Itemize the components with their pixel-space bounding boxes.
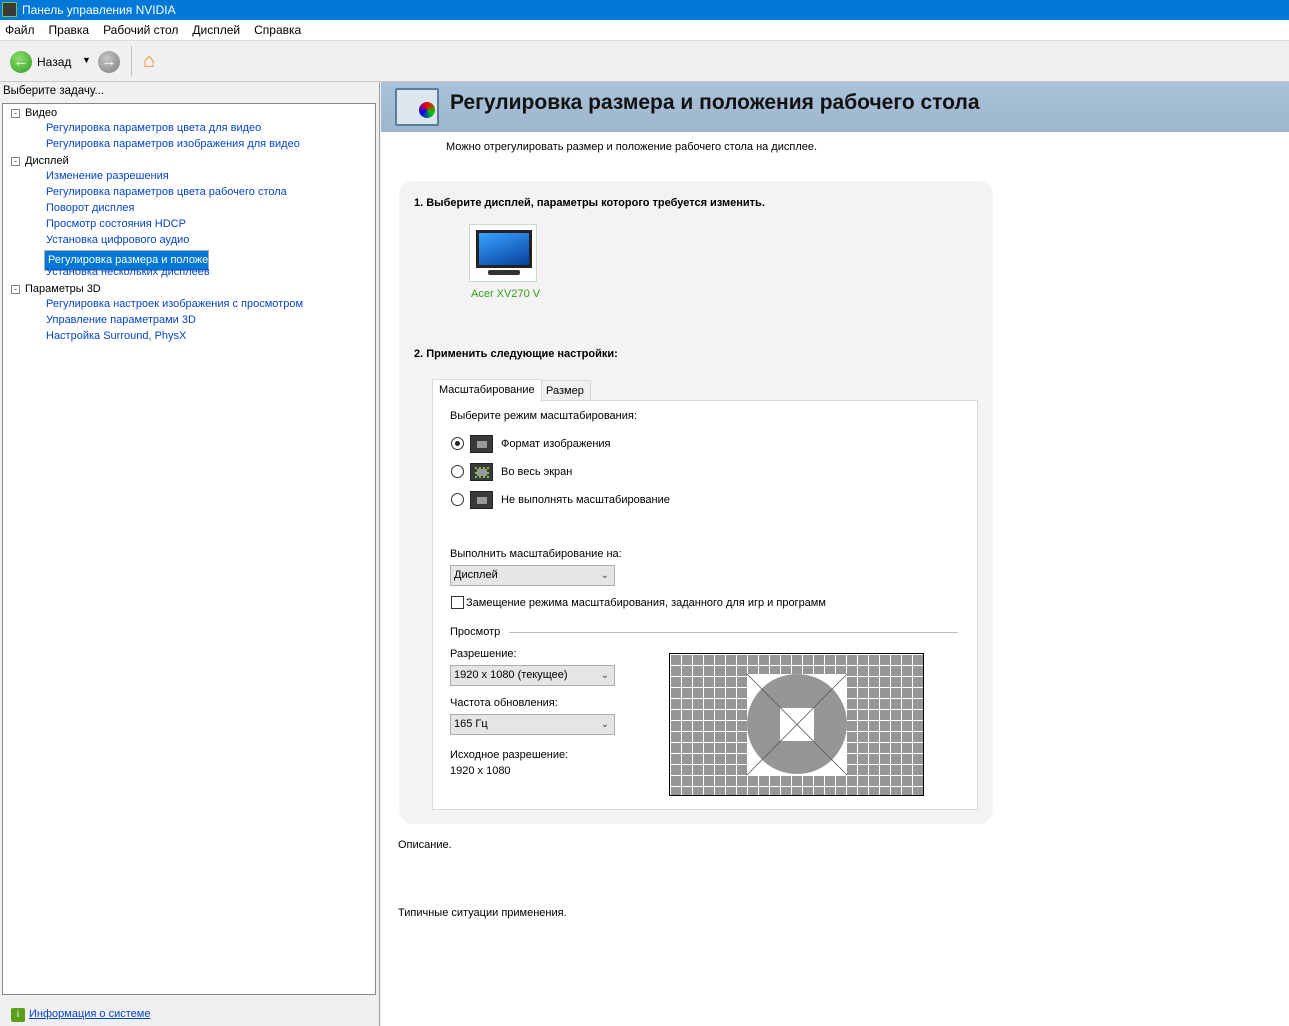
system-info-label[interactable]: Информация о системе xyxy=(29,1008,150,1020)
monitor-stand xyxy=(488,270,520,275)
system-info-link[interactable]: i Информация о системе xyxy=(11,1008,150,1022)
history-dropdown-icon[interactable]: ▼ xyxy=(82,55,91,65)
collapse-icon[interactable]: - xyxy=(11,284,20,294)
no-scaling-label[interactable]: Не выполнять масштабирование xyxy=(501,494,670,506)
tree-item[interactable]: Регулировка параметров изображения для в… xyxy=(44,138,302,150)
override-checkbox[interactable] xyxy=(451,596,464,609)
menu-file[interactable]: Файл xyxy=(5,20,35,40)
toolbar-divider xyxy=(131,46,132,76)
collapse-icon[interactable]: - xyxy=(11,156,20,166)
group-label: Параметры 3D xyxy=(25,283,101,295)
back-arrow-icon[interactable]: ← xyxy=(10,51,32,73)
info-icon: i xyxy=(11,1008,25,1022)
tab-scaling[interactable]: Масштабирование xyxy=(432,379,542,402)
preview-divider xyxy=(509,632,958,633)
settings-panel: 1. Выберите дисплей, параметры которого … xyxy=(399,181,993,824)
full-screen-icon xyxy=(470,463,493,481)
group-label: Дисплей xyxy=(25,155,69,167)
test-pattern-image xyxy=(670,654,923,795)
resolution-select[interactable]: 1920 x 1080 (текущее) ⌄ xyxy=(450,665,615,686)
tree-group-3d[interactable]: - Параметры 3D xyxy=(11,283,101,295)
override-label[interactable]: Замещение режима масштабирования, заданн… xyxy=(466,597,826,609)
chevron-down-icon: ⌄ xyxy=(600,570,609,581)
menu-help[interactable]: Справка xyxy=(254,20,301,40)
tree-group-display[interactable]: - Дисплей xyxy=(11,155,69,167)
full-screen-label[interactable]: Во весь экран xyxy=(501,466,572,478)
nvidia-app-icon xyxy=(2,2,17,17)
scaling-preview xyxy=(669,653,924,796)
tree-item[interactable]: Регулировка параметров цвета для видео xyxy=(44,122,263,134)
aspect-ratio-icon xyxy=(470,435,493,453)
tree-item[interactable]: Настройка Surround, PhysX xyxy=(44,330,188,342)
description-label: Описание. xyxy=(398,839,452,851)
menu-desktop[interactable]: Рабочий стол xyxy=(103,20,178,40)
native-resolution-label: Исходное разрешение: xyxy=(450,749,569,761)
scaling-mode-label: Выберите режим масштабирования: xyxy=(450,410,637,422)
toolbar: ← Назад ▼ → ⌂ xyxy=(0,41,1289,82)
step1-heading: 1. Выберите дисплей, параметры которого … xyxy=(414,197,765,209)
usage-label: Типичные ситуации применения. xyxy=(398,907,567,919)
sidebar-caption: Выберите задачу... xyxy=(3,85,105,97)
resolution-label: Разрешение: xyxy=(450,648,517,660)
resolution-value: 1920 x 1080 (текущее) xyxy=(454,669,568,681)
menu-bar: Файл Правка Рабочий стол Дисплей Справка xyxy=(0,20,1289,41)
step2-heading: 2. Применить следующие настройки: xyxy=(414,348,618,360)
tree-item[interactable]: Просмотр состояния HDCP xyxy=(44,218,188,230)
tree-item[interactable]: Регулировка настроек изображения с просм… xyxy=(44,298,305,310)
task-sidebar: Выберите задачу... - Видео Регулировка па… xyxy=(0,82,380,1026)
display-selector-acer[interactable] xyxy=(469,224,537,282)
chevron-down-icon: ⌄ xyxy=(600,670,609,681)
tab-size[interactable]: Размер xyxy=(539,380,591,401)
monitor-icon xyxy=(476,230,532,268)
page-intro: Можно отрегулировать размер и положение … xyxy=(446,141,818,153)
tree-item[interactable]: Изменение разрешения xyxy=(44,170,171,182)
menu-edit[interactable]: Правка xyxy=(49,20,90,40)
refresh-rate-label: Частота обновления: xyxy=(450,697,558,709)
forward-arrow-icon[interactable]: → xyxy=(98,51,120,73)
content-pane: Регулировка размера и положения рабочего… xyxy=(381,82,1289,1026)
page-header: Регулировка размера и положения рабочего… xyxy=(381,82,1289,132)
aspect-ratio-label[interactable]: Формат изображения xyxy=(501,438,611,450)
desktop-size-icon xyxy=(395,88,439,126)
radio-aspect-ratio[interactable] xyxy=(451,437,464,450)
no-scaling-icon xyxy=(470,491,493,509)
radio-full-screen[interactable] xyxy=(451,465,464,478)
back-button[interactable]: Назад xyxy=(37,55,71,69)
scaling-tab-content: Выберите режим масштабирования: Формат и… xyxy=(432,400,978,810)
tree-item[interactable]: Установка нескольких дисплеев xyxy=(44,266,212,278)
title-bar: Панель управления NVIDIA xyxy=(0,0,1289,20)
radio-no-scaling[interactable] xyxy=(451,493,464,506)
collapse-icon[interactable]: - xyxy=(11,108,20,118)
tree-item[interactable]: Управление параметрами 3D xyxy=(44,314,198,326)
preview-label: Просмотр xyxy=(450,626,501,638)
refresh-rate-value: 165 Гц xyxy=(454,718,488,730)
page-title: Регулировка размера и положения рабочего… xyxy=(450,91,980,114)
tree-item[interactable]: Регулировка параметров цвета рабочего ст… xyxy=(44,186,289,198)
group-label: Видео xyxy=(25,107,58,119)
refresh-rate-select[interactable]: 165 Гц ⌄ xyxy=(450,714,615,735)
perform-on-label: Выполнить масштабирование на: xyxy=(450,548,622,560)
tree-item[interactable]: Поворот дисплея xyxy=(44,202,136,214)
home-icon[interactable]: ⌂ xyxy=(143,50,155,73)
task-tree: - Видео Регулировка параметров цвета для … xyxy=(2,103,376,995)
tree-group-video[interactable]: - Видео xyxy=(11,107,57,119)
tree-item[interactable]: Установка цифрового аудио xyxy=(44,234,191,246)
native-resolution-value: 1920 x 1080 xyxy=(450,765,511,777)
perform-on-select[interactable]: Дисплей ⌄ xyxy=(450,565,615,586)
perform-on-value: Дисплей xyxy=(454,569,498,581)
display-name[interactable]: Acer XV270 V xyxy=(471,288,540,300)
chevron-down-icon: ⌄ xyxy=(600,719,609,730)
menu-display[interactable]: Дисплей xyxy=(192,20,240,40)
window-title: Панель управления NVIDIA xyxy=(22,3,176,17)
